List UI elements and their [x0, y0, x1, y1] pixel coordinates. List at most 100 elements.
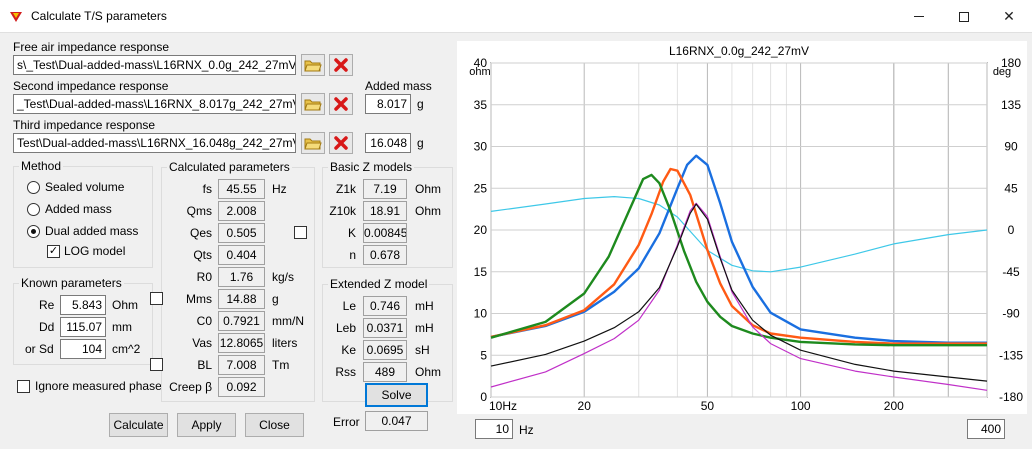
log-model-checkbox[interactable]: ✓: [47, 245, 60, 258]
free-air-label: Free air impedance response: [13, 40, 170, 54]
calc-param-value: 14.88: [218, 289, 265, 309]
error-value: 0.047: [365, 411, 428, 431]
open-third-button[interactable]: [301, 132, 325, 154]
y-tick-left: 0: [480, 390, 487, 404]
basic-param-label: n: [349, 248, 356, 262]
added-mass-label: Added mass: [365, 79, 432, 93]
folder-icon: [304, 138, 322, 150]
ext-param-label: Ke: [341, 343, 356, 357]
re-field[interactable]: 5.843: [60, 295, 106, 315]
y-tick-right: -90: [1002, 307, 1020, 321]
calculate-button[interactable]: Calculate: [109, 413, 168, 437]
apply-button[interactable]: Apply: [177, 413, 236, 437]
open-second-button[interactable]: [301, 93, 325, 115]
y-tick-left: 30: [474, 140, 488, 154]
calc-param-label: C0: [196, 314, 212, 328]
y-tick-right: 0: [1008, 223, 1015, 237]
basic-param-label: Z1k: [335, 182, 356, 196]
open-free-air-button[interactable]: [301, 54, 325, 76]
delete-icon: [334, 136, 348, 150]
ext-param-value: 489: [363, 362, 407, 382]
y-tick-right: 90: [1004, 140, 1018, 154]
third-impedance-label: Third impedance response: [13, 118, 156, 132]
dd-field[interactable]: 115.07: [60, 317, 106, 337]
calc-param-value: 45.55: [218, 179, 265, 199]
freq-from-field[interactable]: 10: [475, 419, 513, 439]
dd-label: Dd: [39, 320, 55, 334]
x-tick: 50: [701, 399, 715, 413]
basic-param-value: 0.00845: [363, 223, 407, 243]
added-mass-3-field[interactable]: 16.048: [365, 133, 411, 153]
clear-third-button[interactable]: [329, 132, 353, 154]
window-title: Calculate T/S parameters: [31, 9, 167, 23]
ext-param-unit: mH: [415, 321, 434, 335]
y-tick-left: 25: [474, 181, 488, 195]
calc-param-value: 0.505: [218, 223, 265, 243]
radio-dual-added-mass[interactable]: [27, 225, 40, 238]
y-tick-left: 5: [480, 348, 487, 362]
delete-icon: [334, 97, 348, 111]
calc-param-value: 7.008: [218, 355, 265, 375]
calc-param-unit: kg/s: [272, 270, 295, 284]
maximize-button[interactable]: [941, 0, 987, 33]
ext-param-unit: Ohm: [415, 365, 442, 379]
radio-sealed-volume[interactable]: [27, 181, 40, 194]
re-unit: Ohm: [112, 298, 139, 312]
calc-param-label: Qts: [193, 248, 212, 262]
calc-param-value: 0.092: [218, 377, 265, 397]
added-mass-2-field[interactable]: 8.017: [365, 94, 411, 114]
y-tick-left: 15: [474, 265, 488, 279]
ignore-phase-checkbox[interactable]: [17, 380, 30, 393]
y-tick-left: 10: [474, 307, 488, 321]
second-file-field[interactable]: _Test\Dual-added-mass\L16RNX_8.017g_242_…: [13, 94, 296, 114]
calculated-parameters-title: Calculated parameters: [167, 160, 292, 174]
basic-param-unit: Ohm: [415, 204, 442, 218]
calc-param-label: Mms: [186, 292, 212, 306]
ext-param-label: Leb: [335, 321, 356, 335]
radio-added-mass-label: Added mass: [45, 202, 112, 216]
calc-param-label: Qms: [186, 204, 212, 218]
radio-added-mass[interactable]: [27, 203, 40, 216]
minimize-button[interactable]: [896, 0, 942, 33]
chart-title: L16RNX_0.0g_242_27mV: [669, 44, 809, 58]
sd-field[interactable]: 104: [60, 339, 106, 359]
calc-param-unit: g: [272, 292, 279, 306]
solve-button[interactable]: Solve: [365, 383, 428, 407]
y-tick-left: 20: [474, 223, 488, 237]
folder-icon: [304, 99, 322, 111]
freq-to-field[interactable]: 400: [967, 419, 1005, 439]
known-parameters-title: Known parameters: [19, 276, 124, 290]
maximize-icon: [959, 11, 969, 22]
calc-param-value: 12.8065: [218, 333, 265, 353]
clear-second-button[interactable]: [329, 93, 353, 115]
close-button[interactable]: Close: [245, 413, 304, 437]
x-tick: 200: [884, 399, 904, 413]
y-tick-left: 35: [474, 98, 488, 112]
close-window-button[interactable]: ✕: [986, 0, 1032, 33]
ext-param-value: 0.0695: [363, 340, 407, 360]
delete-icon: [334, 58, 348, 72]
folder-icon: [304, 60, 322, 72]
basic-z-models-title: Basic Z models: [328, 160, 415, 174]
basic-param-value: 18.91: [363, 201, 407, 221]
ext-param-value: 0.0371: [363, 318, 407, 338]
third-file-field[interactable]: Test\Dual-added-mass\L16RNX_16.048g_242_…: [13, 133, 296, 153]
calc-param-value: 0.404: [218, 245, 265, 265]
calc-param-label: BL: [197, 358, 212, 372]
basic-param-value: 7.19: [363, 179, 407, 199]
impedance-chart: 40 18035 13530 9025 4520 015 -4510 -905 -1350 -18…: [457, 41, 1027, 414]
calc-param-unit: Tm: [272, 358, 290, 372]
y-tick-right: 135: [1001, 98, 1021, 112]
dd-unit: mm: [112, 320, 132, 334]
radio-dual-added-mass-label: Dual added mass: [45, 224, 139, 238]
method-title: Method: [19, 159, 64, 173]
free-air-file-field[interactable]: s\_Test\Dual-added-mass\L16RNX_0.0g_242_…: [13, 55, 296, 75]
sd-label: or Sd: [25, 342, 54, 356]
calc-param-value: 2.008: [218, 201, 265, 221]
ignore-phase-label: Ignore measured phase: [35, 379, 162, 393]
close-icon: ✕: [1003, 8, 1015, 24]
error-label: Error: [333, 415, 360, 429]
calc-param-value: 0.7921: [218, 311, 265, 331]
freq-unit: Hz: [519, 423, 534, 437]
clear-free-air-button[interactable]: [329, 54, 353, 76]
